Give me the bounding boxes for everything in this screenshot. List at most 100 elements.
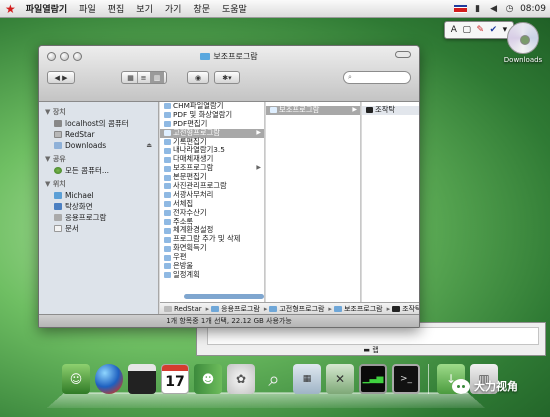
window-title-text: 보조프로그람 <box>213 52 258 61</box>
view-mode-selector[interactable]: ▦ ≡ ▥ <box>121 71 167 84</box>
app-icon <box>164 201 171 208</box>
sidebar-item-all-computers[interactable]: 모든 콤퓨터... <box>39 165 158 176</box>
sidebar-item-desktop[interactable]: 탁상화면 <box>39 201 158 212</box>
forward-arrow-icon[interactable]: ▶ <box>62 74 67 82</box>
finder-dock-icon[interactable]: ☺ <box>62 364 90 394</box>
app-icon <box>164 112 171 119</box>
search-input[interactable]: ⌕ <box>343 71 411 84</box>
magnifier-dock-icon[interactable]: ⌕ <box>260 364 288 394</box>
back-forward-buttons[interactable]: ◀ ▶ <box>47 71 75 84</box>
calendar-dock-icon[interactable]: 17 <box>161 364 189 394</box>
horizontal-scrollbar[interactable] <box>184 294 264 299</box>
sidebar-item-redstar[interactable]: RedStar <box>39 129 158 140</box>
menu-go[interactable]: 가기 <box>165 2 182 15</box>
menu-window[interactable]: 창문 <box>193 2 210 15</box>
system-preferences-dock-icon[interactable]: ✕ <box>326 364 354 394</box>
terminal-app-icon <box>392 305 401 312</box>
sidebar-item-label: Michael <box>65 191 94 200</box>
calculator-dock-icon[interactable]: ▦ <box>293 364 321 394</box>
path-segment[interactable]: 응용프로그람 <box>211 304 260 314</box>
network-icon <box>54 167 62 174</box>
path-segment[interactable]: 보조프로그람 <box>333 304 383 314</box>
sidebar-item-downloads[interactable]: Downloads ⏏ <box>39 140 158 151</box>
red-star-menu-icon[interactable]: ★ <box>5 3 16 15</box>
desktop-icon-label: Downloads <box>503 56 543 64</box>
icon-view-icon[interactable]: ▦ <box>125 72 138 83</box>
path-segment[interactable]: 고전형프로그람 <box>269 304 324 314</box>
menu-help[interactable]: 도움말 <box>222 2 247 15</box>
terminal-app-icon <box>366 107 373 114</box>
menu-edit[interactable]: 편집 <box>108 2 125 15</box>
menubar-clock[interactable]: 08:09 <box>520 4 546 14</box>
video-player-dock-icon[interactable] <box>128 364 156 394</box>
browser-column-applications: CHM파일열람기 PDF 및 화상열람기 PDF편집기 고전형프로그람 ▶ 기록편… <box>160 102 265 302</box>
sidebar-group-devices[interactable]: ▼ 장치 <box>39 104 158 118</box>
sidebar-item-label: 문서 <box>65 224 79 233</box>
dock-shelf <box>46 392 486 408</box>
sidebar-item-label: 응용프로그람 <box>65 213 107 222</box>
list-item[interactable]: 조작탁 <box>362 105 419 115</box>
palette-letter[interactable]: A <box>451 25 457 35</box>
browser-column-accessories: 조작탁 <box>362 102 419 302</box>
downloads-icon <box>54 142 62 149</box>
app-icon <box>164 121 171 128</box>
eject-icon[interactable]: ⏏ <box>146 142 152 149</box>
menubar: ★ 파일열람기 파일 편집 보기 가기 창문 도움말 ▮ ◀ ◷ 08:09 <box>0 0 550 18</box>
applications-icon <box>54 214 62 221</box>
app-icon <box>164 210 171 217</box>
path-segment[interactable]: RedStar <box>164 305 202 313</box>
toolbar-toggle-button[interactable] <box>395 51 411 58</box>
path-bar: RedStar ▸ 응용프로그람 ▸ 고전형프로그람 ▸ 보조프로그람 ▸ 조작… <box>160 302 419 314</box>
sidebar-item-documents[interactable]: 문서 <box>39 223 158 234</box>
sidebar-item-localhost[interactable]: localhost의 콤퓨터 <box>39 118 158 129</box>
action-menu-button[interactable]: ✱▾ <box>214 71 240 84</box>
photo-viewer-dock-icon[interactable]: ✿ <box>227 364 255 394</box>
sidebar-item-applications[interactable]: 응용프로그람 <box>39 212 158 223</box>
volume-icon[interactable]: ◀ <box>488 4 499 14</box>
flag-icon[interactable] <box>454 4 468 13</box>
window-title: 보조프로그람 <box>39 51 419 62</box>
status-bar: 1개 항목중 1개 선택, 22.12 GB 사용가능 <box>39 314 419 327</box>
window-icon[interactable]: ▢ <box>462 25 471 35</box>
app-icon <box>164 254 171 261</box>
folder-icon <box>164 165 171 172</box>
check-icon[interactable]: ✔ <box>490 25 498 35</box>
sidebar-item-label: 모든 콤퓨터... <box>65 166 110 175</box>
app-icon <box>164 236 171 243</box>
sidebar-item-michael[interactable]: Michael <box>39 190 158 201</box>
app-icon <box>164 139 171 145</box>
app-icon <box>164 192 171 199</box>
documents-icon <box>54 225 62 232</box>
sidebar-group-shared[interactable]: ▼ 공유 <box>39 151 158 165</box>
list-item-selected[interactable]: 보조프로그람 ▶ <box>266 105 360 115</box>
activity-monitor-dock-icon[interactable]: ▁▃▅ <box>359 364 387 394</box>
app-icon <box>164 227 171 234</box>
app-icon <box>164 272 171 279</box>
file-browser-window: 보조프로그람 ◀ ▶ ▦ ≡ ▥ ◉ ✱▾ ⌕ ▼ 장치 localhost의 … <box>38 45 420 328</box>
window-titlebar[interactable]: 보조프로그람 ◀ ▶ ▦ ≡ ▥ ◉ ✱▾ ⌕ <box>39 46 419 102</box>
disclosure-arrow-icon: ▶ <box>352 105 357 113</box>
menu-app[interactable]: 파일열람기 <box>26 2 67 15</box>
menu-file[interactable]: 파일 <box>79 2 96 15</box>
path-segment[interactable]: 조작탁 <box>392 304 419 314</box>
desktop-downloads[interactable]: Downloads <box>500 22 546 64</box>
pen-icon[interactable]: ✎ <box>477 25 485 35</box>
desktop-icon <box>54 203 62 210</box>
back-arrow-icon[interactable]: ◀ <box>54 74 59 82</box>
address-book-dock-icon[interactable]: ☻ <box>194 364 222 394</box>
background-window-footer-label: 랩 <box>372 346 379 354</box>
terminal-dock-icon[interactable]: >_ <box>392 364 420 394</box>
sidebar-item-label: RedStar <box>65 130 95 139</box>
battery-icon[interactable]: ▮ <box>472 4 483 14</box>
column-view-icon[interactable]: ▥ <box>150 72 164 83</box>
sidebar: ▼ 장치 localhost의 콤퓨터 RedStar Downloads ⏏ … <box>39 102 159 314</box>
folder-icon <box>269 305 278 312</box>
list-view-icon[interactable]: ≡ <box>138 72 151 83</box>
disc-icon <box>507 22 539 54</box>
list-item[interactable]: 일정계획 <box>160 270 264 280</box>
menu-view[interactable]: 보기 <box>136 2 153 15</box>
browser-dock-icon[interactable] <box>95 364 123 394</box>
sidebar-group-places[interactable]: ▼ 위치 <box>39 176 158 190</box>
quick-look-button[interactable]: ◉ <box>187 71 209 84</box>
app-icon <box>164 219 171 226</box>
